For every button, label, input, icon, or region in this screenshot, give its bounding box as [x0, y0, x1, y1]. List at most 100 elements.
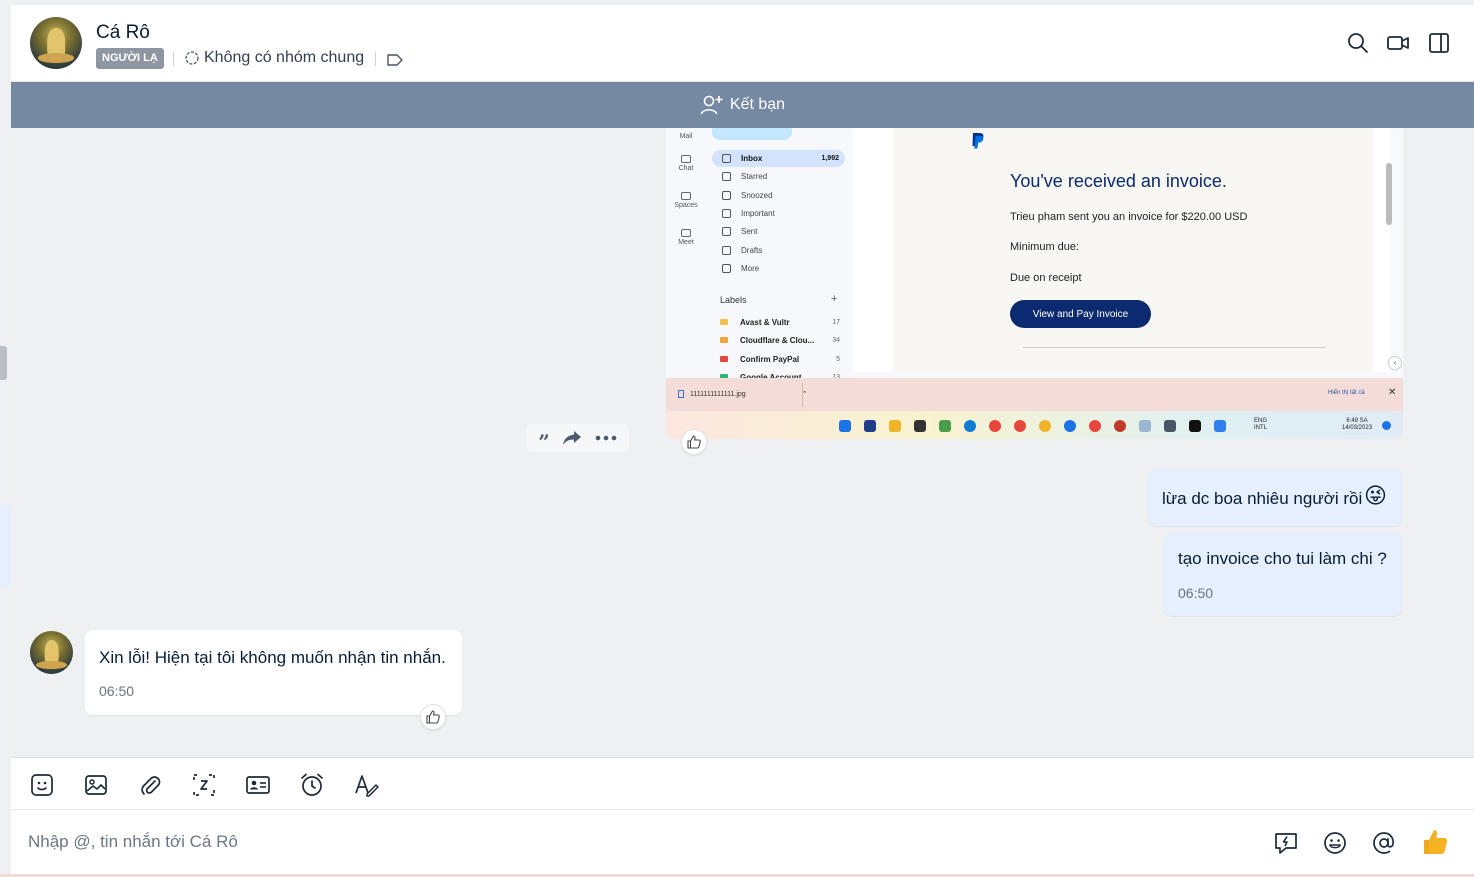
resize-handle[interactable] [0, 346, 7, 380]
chat-icon [681, 155, 691, 163]
compose-button [712, 128, 792, 140]
invoice-title: You've received an invoice. [1010, 171, 1227, 191]
message-text: tạo invoice cho tui làm chi ? [1178, 549, 1387, 568]
chevron-down-icon [722, 264, 731, 273]
app-icon [939, 420, 951, 432]
chat-header: Cá Rô NGƯỜI LẠ Không có nhóm chung [11, 5, 1474, 82]
share-icon[interactable] [562, 429, 582, 447]
windows-taskbar: ENG INTL 6:49 SA 14/03/2023 [666, 411, 1403, 439]
divider [375, 52, 376, 66]
app-icon [1189, 420, 1201, 432]
menu-snoozed: Snoozed [712, 187, 845, 204]
due-on-receipt: Due on receipt [1010, 272, 1082, 284]
text-format-icon[interactable] [353, 772, 379, 798]
video-call-icon[interactable] [1386, 31, 1410, 55]
common-groups[interactable]: Không có nhóm chung [184, 49, 364, 67]
paypal-logo-icon [972, 133, 984, 149]
gmail-nav: Mail Chat Spaces Meet [666, 128, 706, 378]
screenshot-capture-icon[interactable] [191, 772, 217, 798]
my-message[interactable]: tạo invoice cho tui làm chi ? 06:50 [1164, 533, 1402, 616]
message-list[interactable]: Mail Chat Spaces Meet Inbox 1,992 Starred… [11, 128, 1474, 757]
selected-conversation-edge [0, 505, 11, 587]
image-icon[interactable] [83, 772, 109, 798]
close-icon: ✕ [1388, 387, 1397, 398]
menu-drafts: Drafts [712, 242, 845, 259]
alarm-clock-icon[interactable] [299, 772, 325, 798]
chrome-icon [1114, 420, 1126, 432]
spaces-icon [681, 192, 691, 200]
minimum-due: Minimum due: [1010, 241, 1080, 253]
message-input[interactable] [28, 830, 1228, 854]
like-reaction-button[interactable] [681, 429, 707, 455]
label-item: Cloudflare & Clou... 34 [720, 333, 840, 347]
clock-icon [722, 191, 731, 200]
add-user-icon [700, 95, 723, 115]
edge-icon [964, 420, 976, 432]
menu-sent: Sent [712, 223, 845, 240]
file-icon [678, 390, 684, 398]
contact-card-icon[interactable] [245, 772, 271, 798]
thumbs-up-icon [687, 435, 701, 449]
contact-name[interactable]: Cá Rô [96, 22, 150, 44]
chrome-icon [1089, 420, 1101, 432]
chrome-icon [1014, 420, 1026, 432]
add-friend-bar[interactable]: Kết bạn [11, 82, 1474, 128]
image-message[interactable]: Mail Chat Spaces Meet Inbox 1,992 Starred… [666, 128, 1403, 439]
invoice-sender: Trieu pham sent you an invoice for $220.… [1010, 211, 1248, 223]
inbox-icon [722, 154, 731, 163]
email-scrollbar [1386, 163, 1392, 225]
gmail-nav-spaces: Spaces [666, 192, 706, 209]
gmail-nav-meet: Meet [666, 229, 706, 246]
notes-icon [1214, 420, 1226, 432]
emoji-icon[interactable] [1322, 830, 1348, 856]
gmail-nav-mail: Mail [679, 133, 693, 140]
send-icon [722, 227, 731, 236]
common-groups-label: Không có nhóm chung [204, 49, 365, 66]
message-time: 06:50 [99, 683, 135, 699]
tag-icon[interactable] [386, 52, 404, 68]
download-bar: 1111111111111.jpg ⌃ Hiển thị tất cả ✕ [666, 378, 1403, 411]
side-panel-icon[interactable] [1427, 31, 1451, 55]
tray-clock: 6:49 SA 14/03/2023 [1342, 418, 1373, 431]
notification-icon [1382, 421, 1391, 430]
wink-tongue-emoji-icon: 😜 [1364, 483, 1387, 508]
windows-start-icon [839, 420, 851, 432]
attachment-icon[interactable] [137, 772, 163, 798]
message-actions: ” [526, 424, 629, 452]
composer-toolbar [11, 757, 1474, 810]
menu-starred: Starred [712, 168, 845, 185]
gmail-nav-chat: Chat [666, 155, 706, 172]
more-icon[interactable] [595, 435, 617, 441]
quote-icon[interactable]: ” [538, 432, 550, 452]
add-friend-label: Kết bạn [729, 96, 786, 113]
sticker-icon[interactable] [29, 772, 55, 798]
label-item: Avast & Vultr 17 [720, 315, 840, 329]
settings-icon [1164, 420, 1176, 432]
thumbs-up-send-icon[interactable] [1421, 827, 1449, 857]
message-text: lừa dc boa nhiêu người rồi [1162, 489, 1363, 508]
meet-icon [681, 229, 691, 237]
tray-language: ENG INTL [1254, 418, 1268, 431]
label-item: Confirm PayPal 5 [720, 352, 840, 366]
menu-important: Important [712, 205, 845, 222]
quick-message-icon[interactable] [1273, 830, 1299, 856]
search-icon[interactable] [1346, 31, 1370, 55]
composer [11, 810, 1474, 874]
my-message[interactable]: lừa dc boa nhiêu người rồi 😜 [1148, 469, 1402, 526]
chevron-left-icon: ‹ [1388, 356, 1402, 370]
contact-avatar[interactable] [30, 17, 82, 69]
peer-avatar[interactable] [30, 631, 73, 674]
important-icon [722, 209, 731, 218]
mention-icon[interactable] [1371, 830, 1397, 856]
like-reaction-button[interactable] [420, 704, 446, 730]
peer-message[interactable]: Xin lỗi! Hiện tại tôi không muốn nhận ti… [85, 630, 462, 715]
download-show-all: Hiển thị tất cả [1328, 390, 1365, 396]
message-time: 06:50 [1178, 585, 1214, 601]
menu-more: More [712, 260, 845, 277]
store-icon [864, 420, 876, 432]
group-icon [185, 51, 199, 65]
folder-icon [889, 420, 901, 432]
email-body: You've received an invoice. Trieu pham s… [853, 128, 1390, 372]
message-text: Xin lỗi! Hiện tại tôi không muốn nhận ti… [99, 648, 446, 667]
draft-icon [722, 246, 731, 255]
